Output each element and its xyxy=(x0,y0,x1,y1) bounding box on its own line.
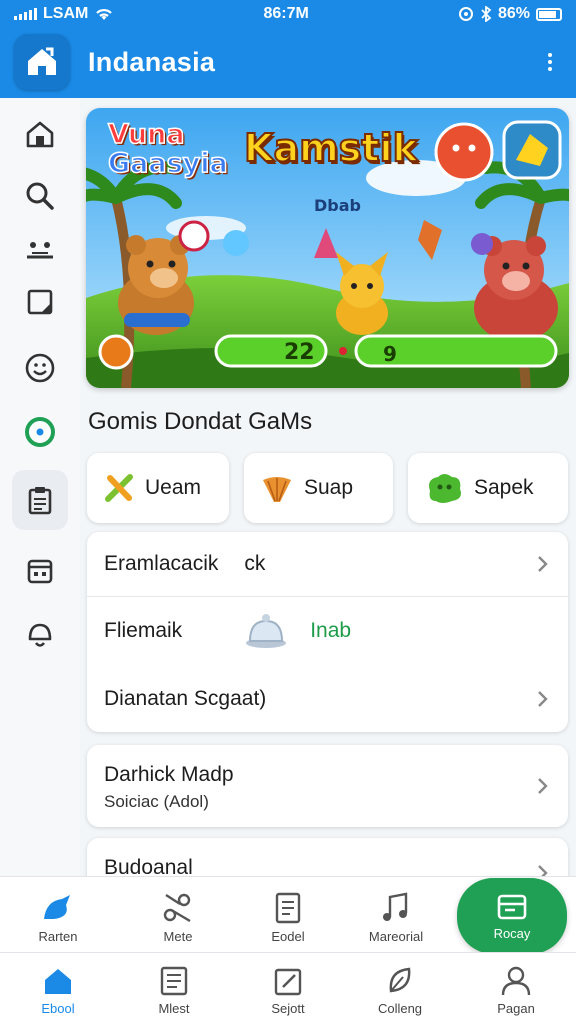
bell-jar-icon xyxy=(246,614,287,648)
app-title: Indanasia xyxy=(88,46,216,77)
banner-title: Kamstik xyxy=(243,125,419,171)
banner-score-1: 22 xyxy=(284,340,315,365)
nav-colleng[interactable]: Colleng xyxy=(350,965,450,1016)
card-icon xyxy=(497,894,527,919)
nav-sejott[interactable]: Sejott xyxy=(238,965,338,1016)
smiley-icon xyxy=(25,353,55,383)
house-logo-icon xyxy=(28,47,56,75)
action-label: Mete xyxy=(163,929,193,944)
sync-icon xyxy=(458,7,473,21)
cross-icon xyxy=(105,474,133,502)
chip-suap[interactable]: Suap xyxy=(244,453,393,523)
document-icon xyxy=(275,892,301,924)
nav-label: Colleng xyxy=(377,1001,423,1016)
sidebar-item-calendar[interactable] xyxy=(12,540,68,600)
clipboard-icon xyxy=(28,487,52,515)
darhick-card[interactable]: Darhick Madp Soiciac (Adol) xyxy=(87,745,568,827)
list-item-status: Inab xyxy=(310,619,352,642)
chip-label: Sapek xyxy=(474,476,534,499)
scissors-icon xyxy=(163,893,191,923)
home-icon xyxy=(45,969,71,994)
calendar-icon xyxy=(27,559,53,584)
banner-left-title: Vuna Gaasyia xyxy=(107,119,228,179)
nav-mlest[interactable]: Mlest xyxy=(124,965,224,1016)
nav-label: Pagan xyxy=(497,1001,535,1016)
rocay-button[interactable]: Rocay xyxy=(457,878,567,954)
carrier-label: LSAM xyxy=(43,5,89,22)
search-icon xyxy=(26,182,54,210)
clock: 86:7M xyxy=(263,5,309,22)
record-icon xyxy=(25,417,55,447)
featured-game-banner[interactable]: Vuna Gaasyia Kamstik Dbab 22 9 xyxy=(86,108,569,388)
sidebar-item-smiley[interactable] xyxy=(12,338,68,398)
bottom-nav: Ebool Mlest Sejott Colleng Pagan xyxy=(0,952,576,1024)
chip-sapek[interactable]: Sapek xyxy=(408,453,568,523)
app-bar: LSAM 86:7M 86% Indanasia xyxy=(0,0,576,98)
sidebar-item-home[interactable] xyxy=(12,104,68,164)
chip-label: Ueam xyxy=(145,476,202,499)
action-rarten[interactable]: Rarten xyxy=(8,891,108,944)
sidebar-item-tablet[interactable] xyxy=(12,272,68,332)
nav-label: Mlest xyxy=(158,1001,190,1016)
bell-icon xyxy=(28,623,52,647)
chevron-right-icon xyxy=(538,691,548,707)
list-item-extra: ck xyxy=(244,552,266,575)
bluetooth-icon xyxy=(481,6,492,22)
section-title: Gomis Dondat GaMs xyxy=(88,408,313,435)
sidebar-item-clipboard[interactable] xyxy=(12,470,68,530)
status-bar: LSAM 86:7M 86% xyxy=(0,0,576,28)
action-label: Eodel xyxy=(271,929,305,944)
battery-icon xyxy=(536,7,562,21)
shell-icon xyxy=(263,477,291,502)
list-item-dianatan[interactable]: Dianatan Scgaat) xyxy=(87,666,568,732)
banner-subtitle: Dbab xyxy=(314,196,361,215)
home-icon xyxy=(26,121,54,148)
banner-score-2: 9 xyxy=(383,342,397,366)
person-icon xyxy=(501,966,531,996)
list-item-label: Dianatan Scgaat) xyxy=(104,687,267,710)
action-eodel[interactable]: Eodel xyxy=(238,891,338,944)
sidebar xyxy=(0,98,80,878)
list-item-label: Fliemaik xyxy=(104,619,183,642)
chip-ueam[interactable]: Ueam xyxy=(87,453,229,523)
chevron-right-icon xyxy=(538,556,548,572)
list-item-fliemaik[interactable]: Fliemaik Inab xyxy=(87,598,568,664)
card-title: Darhick Madp xyxy=(104,763,234,786)
nav-label: Ebool xyxy=(41,1001,75,1016)
list-item-label: Eramlacacik xyxy=(104,552,219,575)
more-menu-icon[interactable] xyxy=(538,48,562,76)
chip-label: Suap xyxy=(304,476,354,499)
blob-icon xyxy=(429,474,461,503)
sidebar-item-people[interactable] xyxy=(12,220,68,280)
wifi-icon xyxy=(96,9,113,20)
nav-pagan[interactable]: Pagan xyxy=(466,965,566,1016)
nav-ebool[interactable]: Ebool xyxy=(8,965,108,1016)
bird-icon xyxy=(44,895,70,919)
action-label: Rarten xyxy=(38,929,78,944)
music-icon xyxy=(383,892,408,921)
sidebar-item-bell[interactable] xyxy=(12,604,68,664)
sidebar-item-search[interactable] xyxy=(12,166,68,226)
edit-icon xyxy=(274,968,302,996)
settings-list-card: Eramlacacik ck Fliemaik Inab Dianatan Sc… xyxy=(87,532,568,732)
action-mareorial[interactable]: Mareorial xyxy=(346,891,446,944)
action-label: Mareorial xyxy=(368,929,424,944)
chevron-right-icon xyxy=(538,778,548,794)
signal-icon xyxy=(14,8,37,20)
list-item-eramlacacik[interactable]: Eramlacacik ck xyxy=(87,532,568,596)
card-subtitle: Soiciac (Adol) xyxy=(104,792,209,811)
rocay-label: Rocay xyxy=(493,925,531,941)
leaf-icon xyxy=(389,967,411,993)
sidebar-item-record[interactable] xyxy=(12,402,68,462)
divider xyxy=(87,596,568,597)
app-logo[interactable] xyxy=(14,34,70,90)
list-icon xyxy=(160,966,188,996)
battery-percent: 86% xyxy=(497,5,530,22)
nav-label: Sejott xyxy=(271,1001,305,1016)
tablet-icon xyxy=(27,289,53,315)
people-icon xyxy=(27,242,53,259)
action-mete[interactable]: Mete xyxy=(128,891,228,944)
